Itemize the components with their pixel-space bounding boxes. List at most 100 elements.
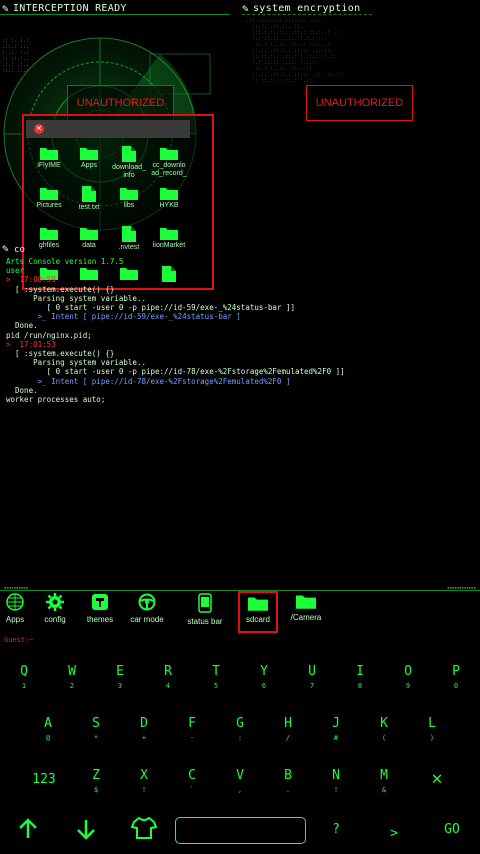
key-m[interactable]: M & xyxy=(360,768,408,794)
dock-item-themes[interactable]: themes xyxy=(82,593,118,624)
key-char: K xyxy=(380,716,388,731)
file-icon xyxy=(122,226,136,242)
file-item[interactable]: lionMarket xyxy=(148,226,190,250)
key-r[interactable]: R4 xyxy=(144,664,192,690)
key-x[interactable]: X! xyxy=(120,768,168,794)
key-y[interactable]: Y6 xyxy=(240,664,288,690)
file-item-label: Pictures xyxy=(36,202,62,209)
radar-noise: :: :. :.: .::.: ::. :..:. :.: :: ::.:.. … xyxy=(2,38,30,74)
key-symbol: : xyxy=(237,734,243,742)
key-char: F xyxy=(188,716,196,731)
key-char: T xyxy=(212,664,220,679)
terminal-line: worker processes auto; xyxy=(6,395,106,405)
folder-icon xyxy=(80,148,98,160)
file-item[interactable]: iFlyIME xyxy=(28,146,70,170)
key-123[interactable]: 123 xyxy=(20,772,68,787)
key-symbol: 5 xyxy=(213,682,219,690)
key-char: L xyxy=(428,716,436,731)
file-item-label: test.txt xyxy=(78,204,100,211)
file-item[interactable]: cc_downlo ad_record_ xyxy=(148,146,190,178)
key-symbol: ` xyxy=(189,786,195,794)
key-k[interactable]: K( xyxy=(360,716,408,742)
delete-key[interactable]: ✕ xyxy=(413,768,461,789)
theme-shirt-key[interactable] xyxy=(120,816,168,844)
key-symbol: , xyxy=(237,786,243,794)
folder-icon xyxy=(248,597,268,611)
space-bar[interactable] xyxy=(175,817,306,844)
key-i[interactable]: I8 xyxy=(336,664,384,690)
arrow-down-key[interactable] xyxy=(62,818,110,844)
dock-item-sdcard[interactable]: sdcard xyxy=(238,591,278,633)
key-j[interactable]: J # xyxy=(312,716,360,742)
question-key[interactable]: ? xyxy=(312,822,360,837)
go-key-label: GO xyxy=(444,822,460,837)
arrow-up-key[interactable] xyxy=(4,818,52,844)
greater-key[interactable]: > xyxy=(370,826,418,841)
close-icon[interactable]: ✕ xyxy=(34,124,44,134)
key-char: Y xyxy=(260,664,268,679)
key-z[interactable]: Z $ xyxy=(72,768,120,794)
paint-roller-icon xyxy=(92,594,108,610)
dock-item-config[interactable]: config xyxy=(38,593,72,624)
key-q[interactable]: Q1 xyxy=(0,664,48,690)
key-p[interactable]: P0 xyxy=(432,664,480,690)
file-item-label: data xyxy=(82,242,96,249)
key-symbol: 3 xyxy=(117,682,123,690)
key-h[interactable]: H / xyxy=(264,716,312,742)
key-char: O xyxy=(404,664,412,679)
key-f[interactable]: F- xyxy=(168,716,216,742)
go-key[interactable]: GO xyxy=(428,822,476,837)
file-item[interactable]: .nvtest xyxy=(108,226,150,252)
app-dock: Apps config themes car mode status bar sdcard… xyxy=(0,590,480,633)
file-item[interactable]: libs xyxy=(108,186,150,210)
key-symbol: 0 xyxy=(453,682,459,690)
key-g[interactable]: G: xyxy=(216,716,264,742)
key-v[interactable]: V, xyxy=(216,768,264,794)
dock-item-status-bar[interactable]: status bar xyxy=(180,593,230,626)
arrow-down-icon xyxy=(77,820,95,840)
key-c[interactable]: C ` xyxy=(168,768,216,794)
key-n[interactable]: N! xyxy=(312,768,360,794)
key-s[interactable]: S * xyxy=(72,716,120,742)
file-item[interactable]: data xyxy=(68,226,110,250)
file-browser-titlebar[interactable]: ✕ xyxy=(26,120,190,138)
file-item[interactable]: Apps xyxy=(68,146,110,170)
pin-icon: ✎ xyxy=(2,242,9,255)
divider xyxy=(242,14,372,15)
key-char: S xyxy=(92,716,100,731)
dock-item-car-mode[interactable]: car mode xyxy=(126,593,168,624)
file-item[interactable]: ghfiles xyxy=(28,226,70,250)
dock-item-label: status bar xyxy=(187,617,223,626)
terminal-line: [ :system.execute() {} xyxy=(6,284,115,294)
key-l[interactable]: L) xyxy=(408,716,456,742)
encryption-title-text: system encryption xyxy=(252,3,361,14)
key-u[interactable]: U7 xyxy=(288,664,336,690)
file-item-label: cc_downlo ad_record_ xyxy=(151,162,187,177)
key-w[interactable]: W2 xyxy=(48,664,96,690)
file-item-label: libs xyxy=(123,202,135,209)
key-symbol: . xyxy=(285,786,291,794)
file-item-label: iFlyIME xyxy=(37,162,61,169)
unauthorized-badge-right: UNAUTHORIZED xyxy=(306,85,413,121)
file-item[interactable]: test.txt xyxy=(68,186,110,212)
key-a[interactable]: A @ xyxy=(24,716,72,742)
file-item[interactable]: download_ info xyxy=(108,146,150,180)
key-e[interactable]: E3 xyxy=(96,664,144,690)
key-d[interactable]: D + xyxy=(120,716,168,742)
dock-item-camera[interactable]: /Camera xyxy=(288,593,324,622)
key-symbol: 2 xyxy=(69,682,75,690)
dock-item-apps[interactable]: Apps xyxy=(2,593,28,624)
file-item[interactable]: HYKB xyxy=(148,186,190,210)
key-char: Z xyxy=(92,768,100,783)
file-item[interactable]: Pictures xyxy=(28,186,70,210)
key-o[interactable]: O9 xyxy=(384,664,432,690)
key-t[interactable]: T5 xyxy=(192,664,240,690)
key-b[interactable]: B. xyxy=(264,768,312,794)
folder-icon xyxy=(120,188,138,200)
key-char: E xyxy=(116,664,124,679)
folder-icon xyxy=(296,595,316,609)
key-char: B xyxy=(284,768,292,783)
key-char: R xyxy=(164,664,172,679)
key-symbol: 9 xyxy=(405,682,411,690)
folder-icon xyxy=(40,188,58,200)
